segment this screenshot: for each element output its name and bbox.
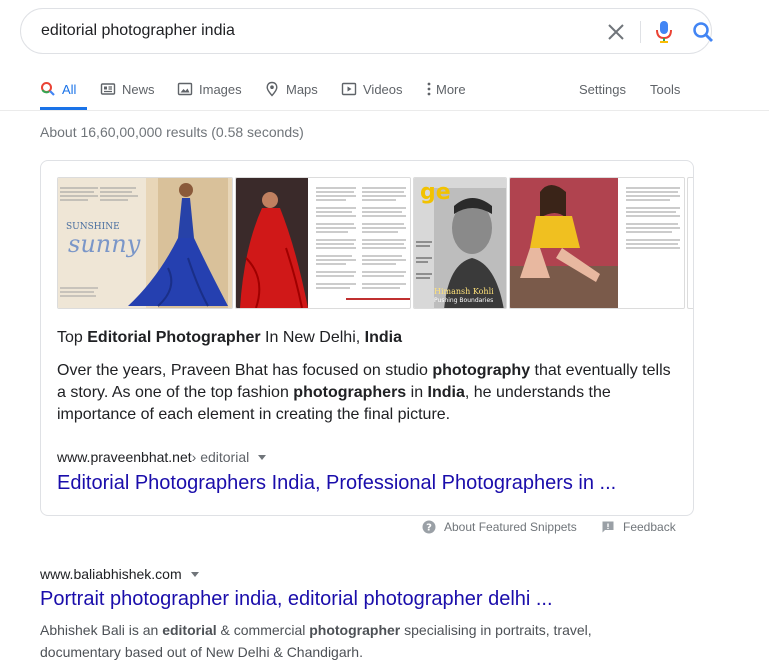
result-stats: About 16,60,00,000 results (0.58 seconds… [40,124,304,140]
tab-more[interactable]: More [426,79,466,99]
result-title-link[interactable]: Portrait photographer india, editorial p… [40,588,553,611]
search-box[interactable]: editorial photographer india [20,8,714,54]
tab-maps[interactable]: Maps [264,79,318,99]
snippet-image-3[interactable]: ge Himansh Kohli Pushing Boundaries [413,177,507,309]
url-dropdown-caret-icon[interactable] [258,454,267,460]
snippet-image-strip: SUNSHINE sunny ge Himansh Kohli Pushing … [57,177,693,309]
result-url[interactable]: www.baliabhishek.com [40,566,199,582]
feedback-link[interactable]: Feedback [601,520,676,534]
result-description: Abhishek Bali is an editorial & commerci… [40,622,592,660]
url-dropdown-caret-icon[interactable] [190,571,199,577]
cover-name: Himansh Kohli [434,287,494,296]
snippet-text: Over the years, Praveen Bhat has focused… [57,362,671,423]
clear-icon[interactable] [607,23,625,41]
magazine-logo: ge [420,180,451,205]
tab-images-label: Images [199,81,242,97]
tab-more-label: More [436,81,466,97]
tab-settings[interactable]: Settings [579,79,626,99]
snippet-url-domain: www.praveenbhat.net [57,449,192,465]
search-tabs: All News Images Maps Videos More Setting… [0,70,769,111]
more-vert-icon [427,82,431,96]
images-icon [177,82,193,96]
snippet-image-2[interactable] [235,177,411,309]
red-dress-spread-image [236,178,410,308]
snippet-image-4[interactable] [509,177,685,309]
mic-icon[interactable] [655,20,673,44]
map-pin-icon [266,81,278,97]
tab-news-label: News [122,81,155,97]
tab-videos[interactable]: Videos [341,79,403,99]
search-input[interactable]: editorial photographer india [41,22,235,40]
snippet-link[interactable]: Editorial Photographers India, Professio… [57,472,616,495]
tab-maps-label: Maps [286,81,318,97]
tab-all[interactable]: All [40,79,76,99]
active-tab-indicator [40,107,87,110]
tab-videos-label: Videos [363,81,403,97]
tab-tools-label: Tools [650,81,681,97]
search-icon[interactable] [692,21,714,43]
yellow-jacket-spread-image [510,178,684,308]
snippet-title: Top Editorial Photographer In New Delhi,… [57,329,402,346]
tab-tools[interactable]: Tools [650,79,680,99]
feedback-label: Feedback [623,520,676,534]
about-featured-snippets-label: About Featured Snippets [444,520,577,534]
about-featured-snippets[interactable]: ? About Featured Snippets [422,520,577,534]
google-search-icon [41,82,55,96]
featured-snippet: SUNSHINE sunny ge Himansh Kohli Pushing … [40,160,694,516]
magazine-headline-script: sunny [68,230,141,258]
snippet-url[interactable]: www.praveenbhat.net › editorial [57,449,267,465]
result-url-domain: www.baliabhishek.com [40,566,182,582]
tab-settings-label: Settings [579,81,626,97]
snippet-image-1[interactable]: SUNSHINE sunny [57,177,233,309]
snippet-image-5-partial[interactable] [687,177,693,309]
tab-images[interactable]: Images [177,79,242,99]
news-icon [100,83,116,95]
svg-text:?: ? [426,523,432,534]
feedback-icon [602,521,614,533]
help-icon: ? [422,520,436,534]
snippet-url-path: › editorial [191,449,250,465]
cover-tagline: Pushing Boundaries [434,297,494,304]
tab-all-label: All [62,81,77,97]
searchbar-divider [640,21,641,43]
tab-news[interactable]: News [100,79,155,99]
video-icon [341,82,357,96]
